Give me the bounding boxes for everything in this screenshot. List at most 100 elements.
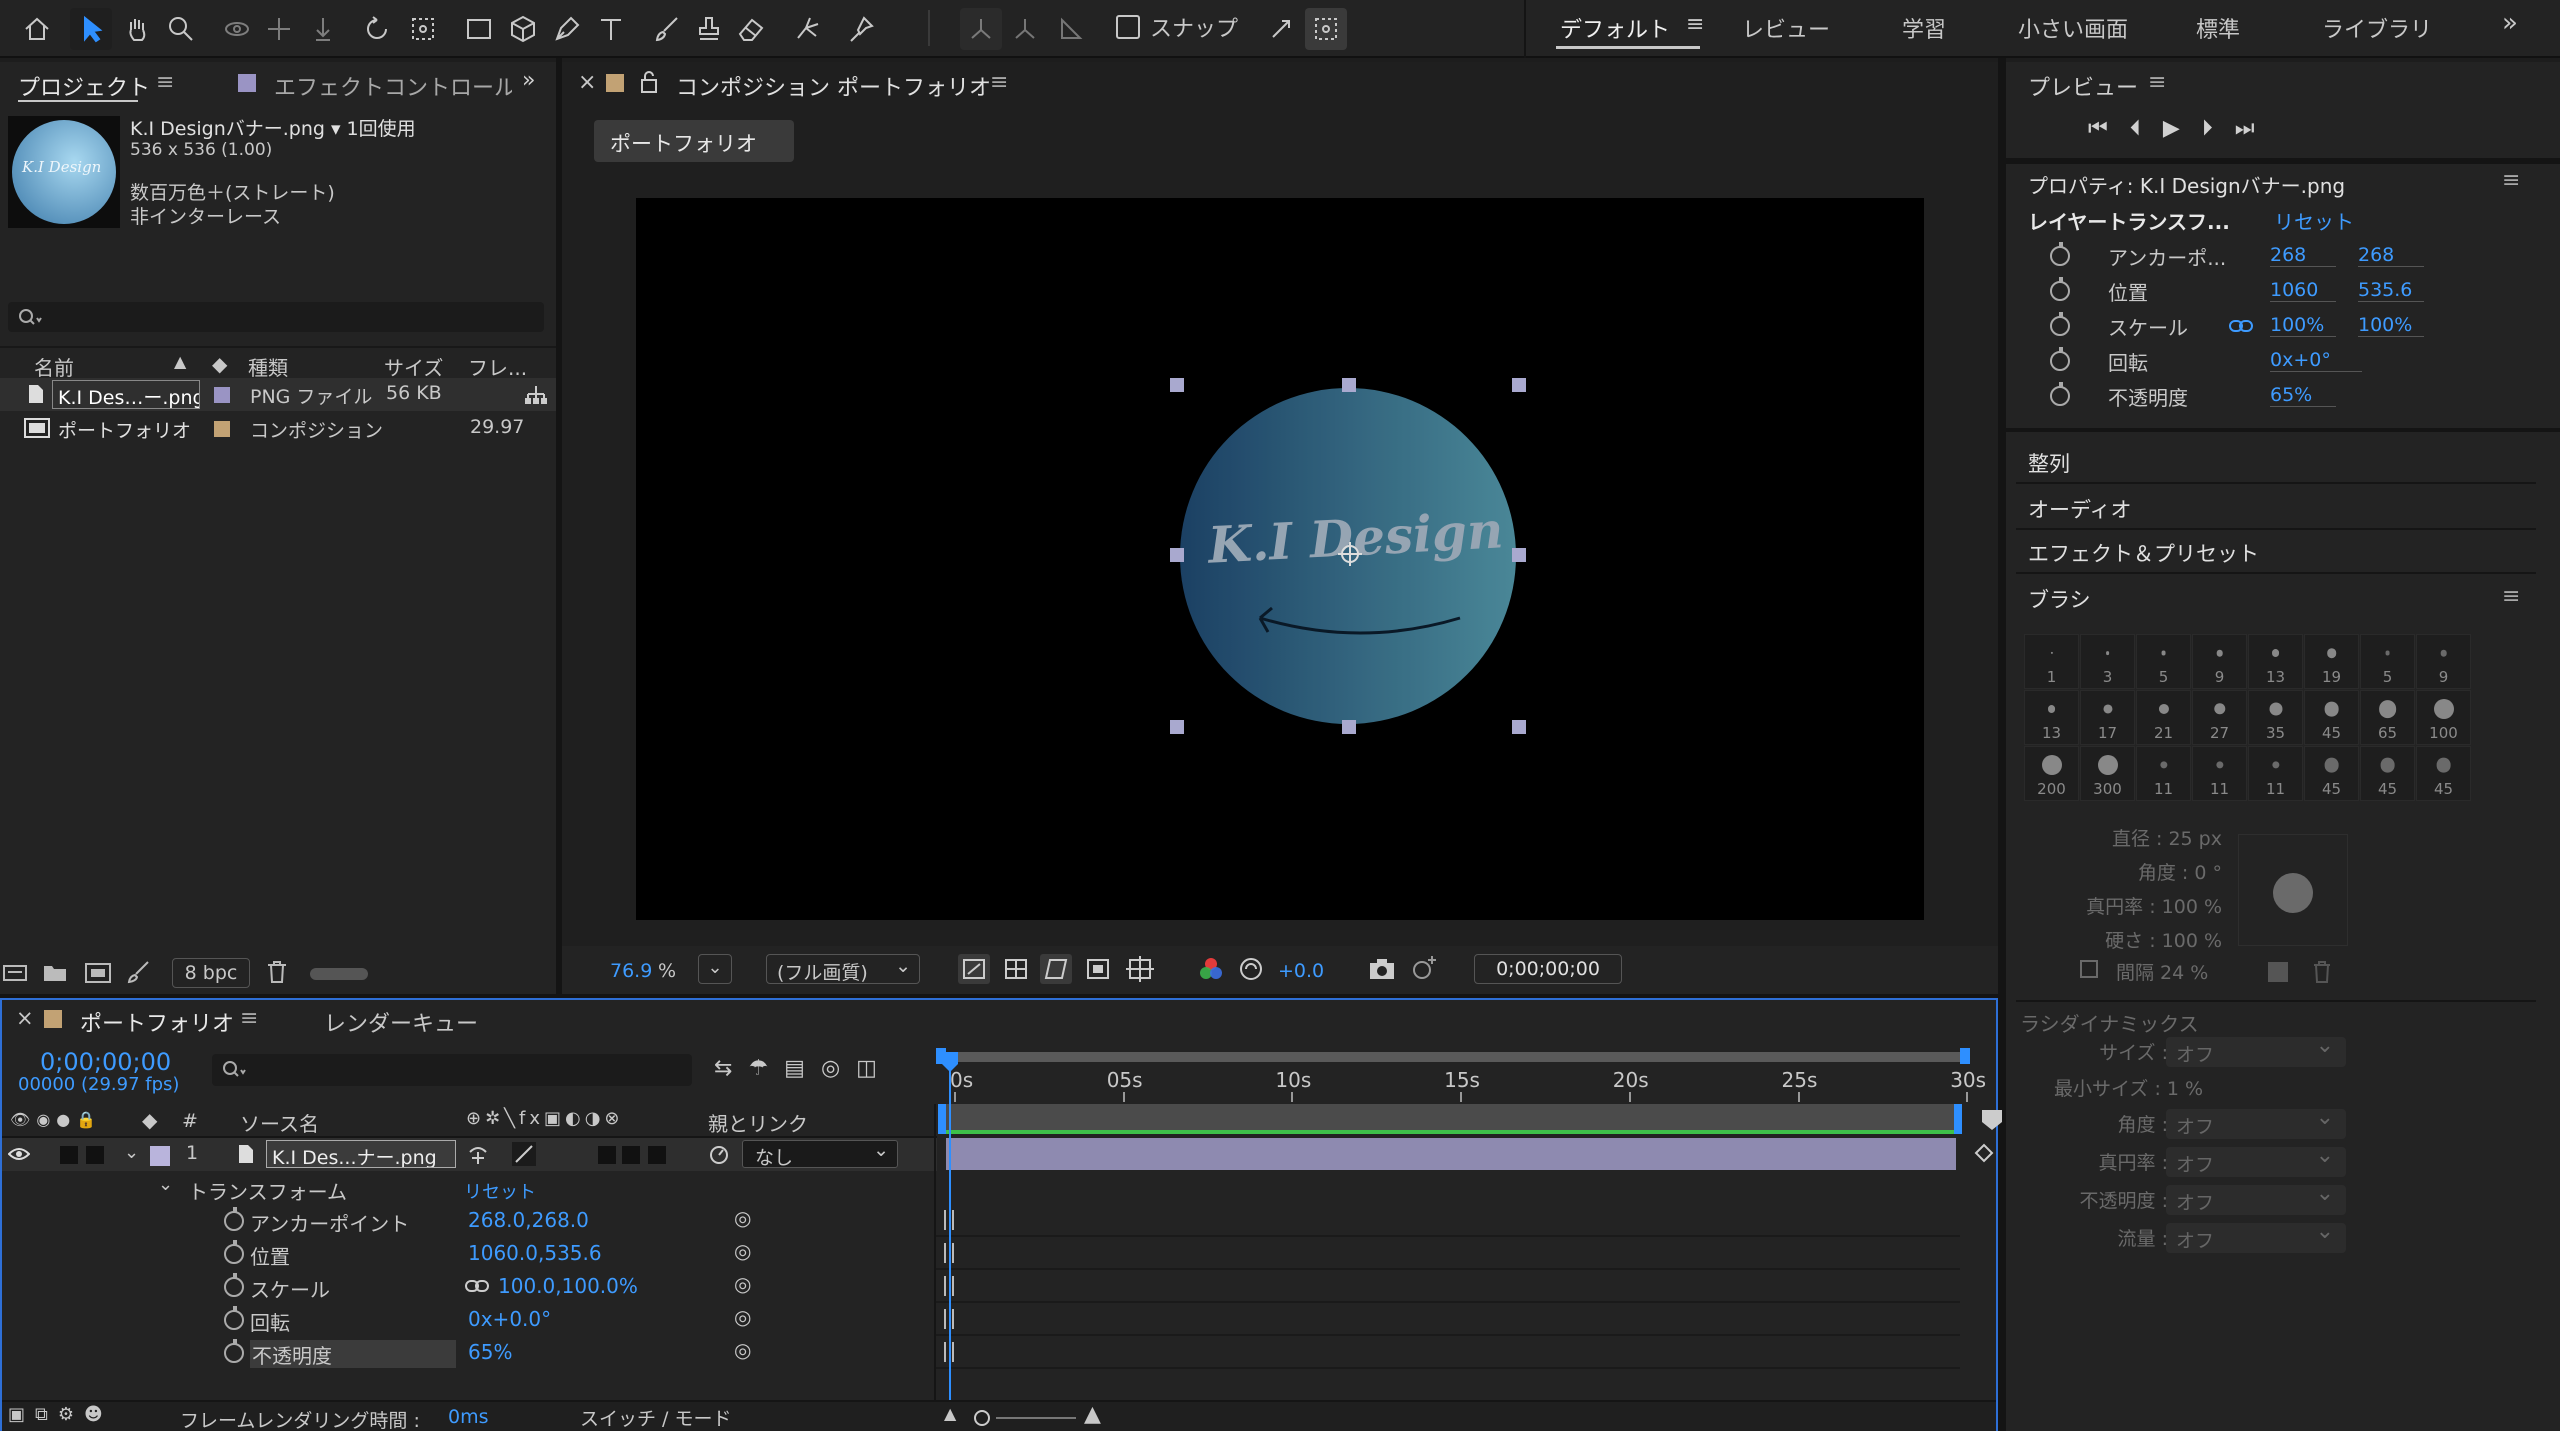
brush-menu-icon[interactable]: ≡: [2502, 584, 2520, 609]
footer-toggle-icons[interactable]: ▣⧉⚙☻: [8, 1404, 113, 1425]
motion-blur-icon[interactable]: ◎: [821, 1056, 856, 1081]
timeline-menu-icon[interactable]: ≡: [240, 1006, 258, 1031]
expression-pickwhip-icon[interactable]: ◎: [734, 1305, 751, 1329]
brush-tip[interactable]: 13: [2248, 634, 2303, 689]
zoom-in-icon[interactable]: ▲: [1084, 1402, 1101, 1427]
brush-tip[interactable]: 17: [2080, 690, 2135, 745]
work-area-range[interactable]: [946, 1130, 1954, 1134]
timeline-close-icon[interactable]: ×: [16, 1006, 34, 1030]
zoom-slider-handle[interactable]: [974, 1410, 990, 1426]
transform-expand-icon[interactable]: ⌄: [158, 1174, 173, 1195]
brush-tip[interactable]: 27: [2192, 690, 2247, 745]
project-search-input[interactable]: [8, 302, 544, 332]
col-size[interactable]: サイズ: [384, 352, 443, 381]
snap-checkbox[interactable]: [1116, 15, 1140, 39]
time-navigator-end[interactable]: [1960, 1048, 1970, 1064]
workspace-default-menu[interactable]: ≡: [1686, 12, 1704, 37]
col-type[interactable]: 種類: [248, 352, 288, 381]
tab-render-queue[interactable]: レンダーキュー: [324, 1006, 478, 1038]
workspace-learn[interactable]: 学習: [1902, 12, 1946, 44]
prop-scale-x[interactable]: 100%: [2270, 314, 2336, 337]
align-section[interactable]: 整列: [2028, 448, 2070, 478]
property-value[interactable]: 1060.0,535.6: [468, 1241, 602, 1265]
property-value[interactable]: 100.0,100.0%: [498, 1274, 638, 1298]
sort-icon[interactable]: ▲: [174, 352, 186, 371]
transform-handle[interactable]: [1170, 378, 1184, 392]
transform-reset[interactable]: リセット: [464, 1178, 536, 1204]
stopwatch-icon[interactable]: [224, 1207, 244, 1231]
brush-tip[interactable]: 11: [2136, 746, 2191, 801]
frame-blending-icon[interactable]: ▤: [784, 1056, 821, 1081]
brush-tip[interactable]: 11: [2192, 746, 2247, 801]
comp-menu-icon[interactable]: ≡: [990, 70, 1008, 95]
comp-viewer[interactable]: K.I Design: [636, 198, 1924, 920]
brush-tip[interactable]: 45: [2304, 690, 2359, 745]
prop-anchor-x[interactable]: 268: [2270, 244, 2336, 267]
label-column-icon[interactable]: ◆: [142, 1108, 157, 1132]
snapshot-icon[interactable]: [1368, 956, 1396, 982]
spacing-checkbox[interactable]: [2080, 960, 2098, 978]
property-value[interactable]: 0x+0.0°: [468, 1307, 551, 1331]
preview-menu-icon[interactable]: ≡: [2148, 70, 2166, 95]
workspace-small-screen[interactable]: 小さい画面: [2018, 12, 2128, 44]
brush-title[interactable]: ブラシ: [2028, 584, 2091, 614]
trash-icon[interactable]: [266, 960, 288, 984]
label-color[interactable]: [214, 421, 230, 437]
properties-menu-icon[interactable]: ≡: [2502, 168, 2520, 193]
property-row-rotation[interactable]: 回転 0x+0.0° ◎: [2, 1303, 937, 1336]
quality-dropdown[interactable]: (フル画質) ⌄: [766, 954, 920, 984]
transform-header[interactable]: レイヤートランスフ...: [2028, 206, 2230, 235]
hand-tool-icon[interactable]: [116, 8, 158, 50]
stopwatch-icon[interactable]: [2050, 347, 2070, 371]
col-name[interactable]: 名前: [34, 352, 74, 381]
axis-view-icon[interactable]: [1050, 8, 1092, 50]
dyn-flow-dropdown[interactable]: オフ: [2166, 1219, 2346, 1253]
label-col-icon[interactable]: ◆: [212, 352, 227, 376]
tab-effect-controls[interactable]: エフェクトコントロール: [274, 70, 512, 102]
stopwatch-icon[interactable]: [2050, 277, 2070, 301]
show-snapshot-icon[interactable]: [1410, 956, 1438, 982]
rotate-tool-icon[interactable]: [356, 8, 398, 50]
zoom-out-icon[interactable]: ▲: [944, 1404, 956, 1423]
pan-camera-icon[interactable]: [258, 8, 300, 50]
transform-group-row[interactable]: ⌄ トランスフォーム リセット: [2, 1172, 937, 1205]
stopwatch-icon[interactable]: [224, 1306, 244, 1330]
pen-tool-icon[interactable]: [546, 8, 588, 50]
comp-close-icon[interactable]: ×: [578, 70, 596, 95]
dyn-roundness-dropdown[interactable]: オフ: [2166, 1143, 2346, 1177]
type-tool-icon[interactable]: [590, 8, 632, 50]
play-icon[interactable]: ▶: [2163, 116, 2202, 141]
reset-exposure-icon[interactable]: [1238, 956, 1264, 982]
tab-timeline-comp[interactable]: ポートフォリオ: [80, 1006, 234, 1038]
switch-mode-toggle[interactable]: スイッチ / モード: [580, 1404, 731, 1431]
workspace-review[interactable]: レビュー: [1742, 12, 1830, 44]
comp-tab-label[interactable]: コンポジション ポートフォリオ: [676, 70, 991, 102]
brush-tip[interactable]: 45: [2416, 746, 2471, 801]
eraser-tool-icon[interactable]: [730, 8, 772, 50]
audio-section[interactable]: オーディオ: [2028, 494, 2132, 524]
brush-tip[interactable]: 300: [2080, 746, 2135, 801]
workspace-more-button[interactable]: »: [2502, 8, 2518, 38]
quality-switch-icon[interactable]: [512, 1142, 536, 1166]
timeline-search-input[interactable]: [212, 1054, 692, 1086]
brush-tip[interactable]: 5: [2360, 634, 2415, 689]
anchor-point-icon[interactable]: [1336, 540, 1364, 568]
brush-tip[interactable]: 19: [2304, 634, 2359, 689]
layer-name[interactable]: K.I Des...ナー.png: [266, 1140, 456, 1168]
effects-presets-section[interactable]: エフェクト＆プリセット: [2028, 538, 2259, 568]
zoom-slider-track[interactable]: [996, 1417, 1076, 1419]
workspace-standard[interactable]: 標準: [2196, 12, 2240, 44]
transform-handle[interactable]: [1170, 720, 1184, 734]
transparency-grid-icon[interactable]: [1000, 954, 1032, 984]
zoom-tool-icon[interactable]: [160, 8, 202, 50]
brush-settings-icon[interactable]: [126, 960, 152, 984]
last-frame-icon[interactable]: ⏭: [2235, 116, 2277, 141]
snap-expand-icon[interactable]: [1260, 8, 1302, 50]
rectangle-tool-icon[interactable]: [458, 8, 500, 50]
dyn-angle-dropdown[interactable]: オフ: [2166, 1105, 2346, 1139]
constrain-link-icon[interactable]: [2228, 318, 2254, 334]
expression-pickwhip-icon[interactable]: ◎: [734, 1338, 751, 1362]
next-frame-icon[interactable]: ⏵: [2202, 116, 2235, 141]
prop-position-y[interactable]: 535.6: [2358, 279, 2424, 302]
expand-layer-icon[interactable]: ⌄: [124, 1142, 139, 1163]
